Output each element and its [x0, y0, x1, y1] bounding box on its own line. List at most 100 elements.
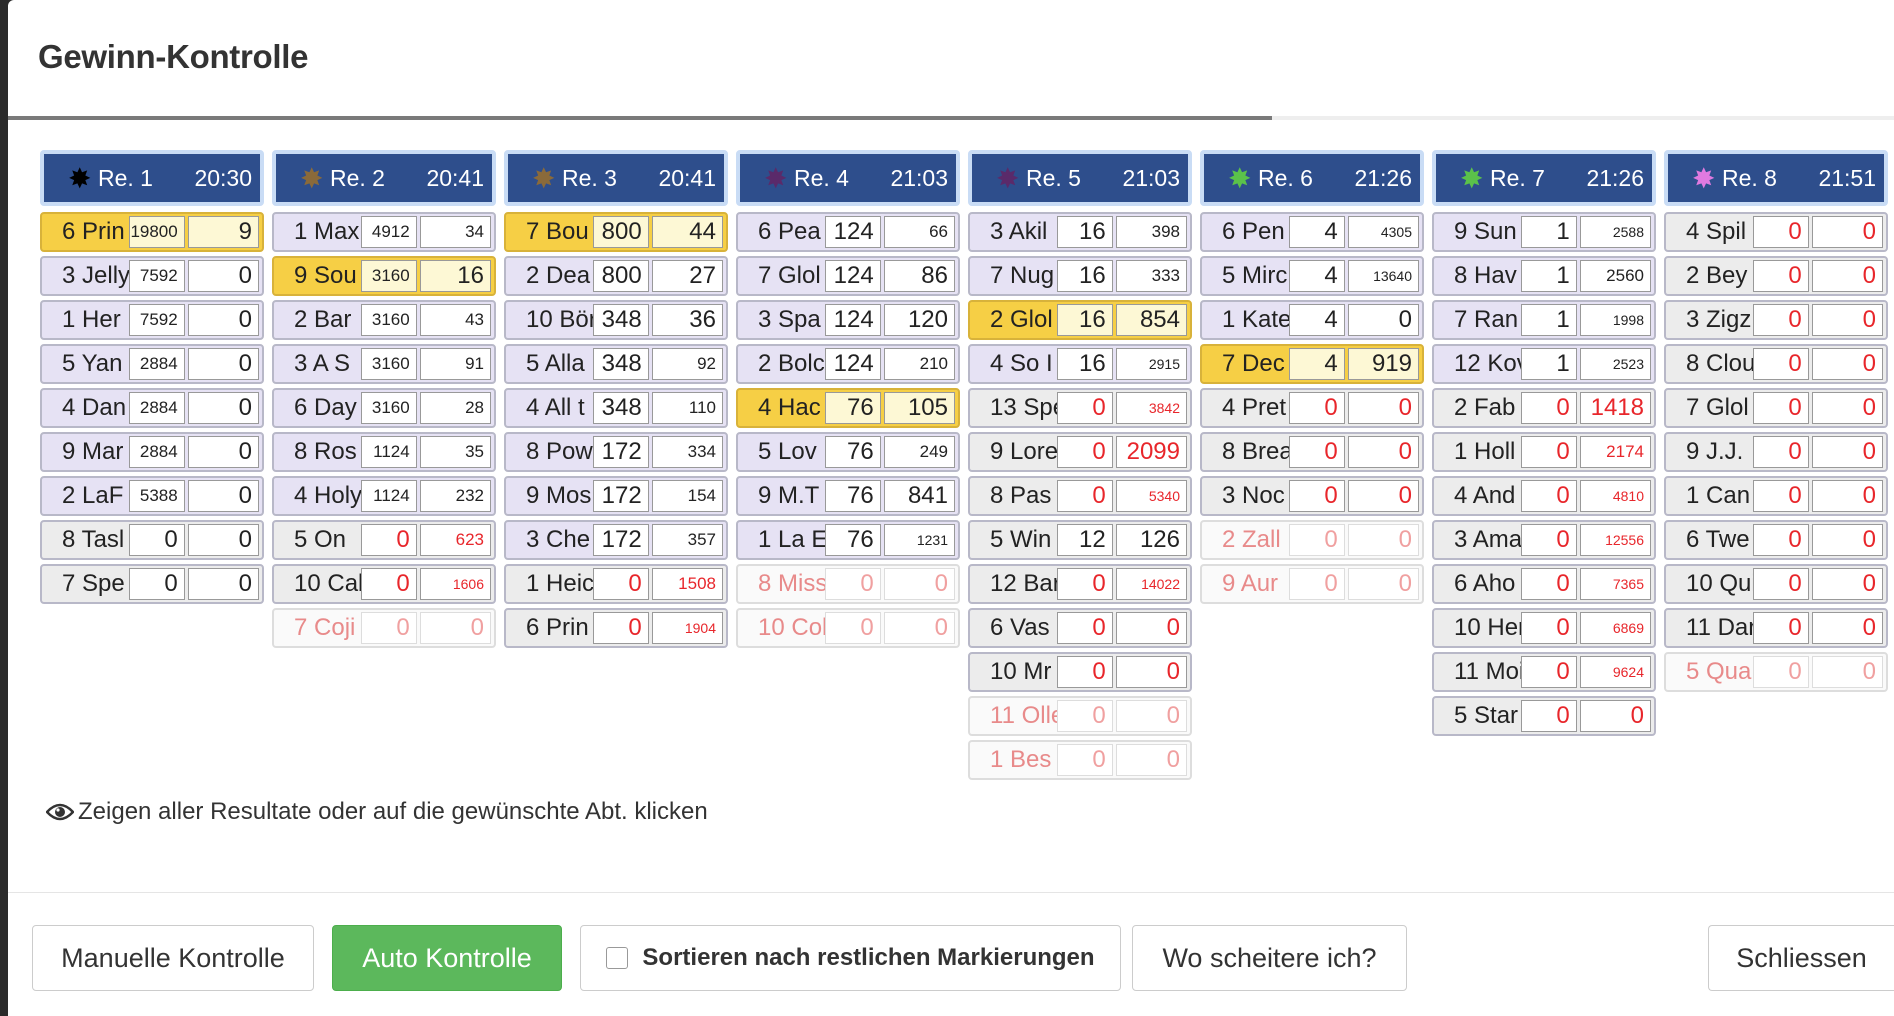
horse-row[interactable]: 7 Glol 0 0 — [1664, 388, 1888, 428]
horse-row[interactable]: 7 Coji 0 0 — [272, 608, 496, 648]
horse-row[interactable]: 3 Spa 124 120 — [736, 300, 960, 340]
horse-row[interactable]: 7 Spe 0 0 — [40, 564, 264, 604]
horse-row[interactable]: 4 Pret 0 0 — [1200, 388, 1424, 428]
horse-row[interactable]: 5 Star 0 0 — [1432, 696, 1656, 736]
race-header[interactable]: ✸ Re. 4 21:03 — [736, 150, 960, 206]
horse-row[interactable]: 2 Dea 800 27 — [504, 256, 728, 296]
horse-row[interactable]: 1 Kate 4 0 — [1200, 300, 1424, 340]
horse-row[interactable]: 13 Spe03842 — [968, 388, 1192, 428]
horse-row[interactable]: 6 Vas 0 0 — [968, 608, 1192, 648]
horse-row[interactable]: 10 Bör 348 36 — [504, 300, 728, 340]
horse-row[interactable]: 4 Hac 76 105 — [736, 388, 960, 428]
horse-row[interactable]: 6 Prin 0 1904 — [504, 608, 728, 648]
horse-row[interactable]: 1 Heic 0 1508 — [504, 564, 728, 604]
horse-row[interactable]: 3 Jelly 7592 0 — [40, 256, 264, 296]
horse-row[interactable]: 9 J.J. 0 0 — [1664, 432, 1888, 472]
horse-row[interactable]: 8 Ros 1124 35 — [272, 432, 496, 472]
horse-row[interactable]: 1 Bes 0 0 — [968, 740, 1192, 780]
manual-check-button[interactable]: Manuelle Kontrolle — [32, 925, 314, 991]
sort-checkbox[interactable] — [606, 947, 629, 969]
horse-row[interactable]: 8 Clou 0 0 — [1664, 344, 1888, 384]
horse-row[interactable]: 12 Kov 1 2523 — [1432, 344, 1656, 384]
horse-row[interactable]: 11 Moi 0 9624 — [1432, 652, 1656, 692]
horse-row[interactable]: 12 Bar 0 14022 — [968, 564, 1192, 604]
horse-row[interactable]: 2 Glol 16 854 — [968, 300, 1192, 340]
horse-row[interactable]: 1 Can 0 0 — [1664, 476, 1888, 516]
sort-checkbox-control[interactable]: Sortieren nach restlichen Markierungen — [580, 925, 1121, 991]
horse-row[interactable]: 6 Day 3160 28 — [272, 388, 496, 428]
horse-row[interactable]: 6 Twe 0 0 — [1664, 520, 1888, 560]
horse-row[interactable]: 4 And 0 4810 — [1432, 476, 1656, 516]
horse-row[interactable]: 3 A S 3160 91 — [272, 344, 496, 384]
horse-row[interactable]: 1 Holl 0 2174 — [1432, 432, 1656, 472]
close-button[interactable]: Schliessen — [1708, 925, 1894, 991]
horse-row[interactable]: 1 Her 7592 0 — [40, 300, 264, 340]
horse-row[interactable]: 5 Qua 0 0 — [1664, 652, 1888, 692]
horse-row[interactable]: 10 Cok00 — [736, 608, 960, 648]
horse-row[interactable]: 6 Pea 124 66 — [736, 212, 960, 252]
horse-row[interactable]: 2 LaF 5388 0 — [40, 476, 264, 516]
horse-row[interactable]: 8 Brea 0 0 — [1200, 432, 1424, 472]
horse-row[interactable]: 4 Dan 2884 0 — [40, 388, 264, 428]
race-header[interactable]: ✸ Re. 3 20:41 — [504, 150, 728, 206]
horse-row[interactable]: 3 Zigz 0 0 — [1664, 300, 1888, 340]
horse-row[interactable]: 2 Bar 3160 43 — [272, 300, 496, 340]
horse-row[interactable]: 9 M.T 76 841 — [736, 476, 960, 516]
where-do-i-fail-button[interactable]: Wo scheitere ich? — [1132, 925, 1407, 991]
horse-row[interactable]: 5 Alla 348 92 — [504, 344, 728, 384]
horse-row[interactable]: 9 Sou 3160 16 — [272, 256, 496, 296]
horse-row[interactable]: 2 Zall 0 0 — [1200, 520, 1424, 560]
horse-row[interactable]: 9 Mos 172 154 — [504, 476, 728, 516]
horse-row[interactable]: 10 Cab01606 — [272, 564, 496, 604]
horse-row[interactable]: 1 La E 76 1231 — [736, 520, 960, 560]
horse-row[interactable]: 8 Hav 1 2560 — [1432, 256, 1656, 296]
horse-row[interactable]: 9 Sun 1 2588 — [1432, 212, 1656, 252]
horse-row[interactable]: 10 Mr I00 — [968, 652, 1192, 692]
horse-row[interactable]: 3 Akil 16 398 — [968, 212, 1192, 252]
horse-row[interactable]: 7 Dec 4 919 — [1200, 344, 1424, 384]
horse-row[interactable]: 5 Mirc 4 13640 — [1200, 256, 1424, 296]
horse-row[interactable]: 4 All t 348 110 — [504, 388, 728, 428]
race-header[interactable]: ✸ Re. 2 20:41 — [272, 150, 496, 206]
horse-row[interactable]: 8 Pow 172 334 — [504, 432, 728, 472]
horse-row[interactable]: 9 Mar 2884 0 — [40, 432, 264, 472]
show-all-results-hint[interactable]: Zeigen aller Resultate oder auf die gewü… — [46, 798, 708, 826]
horse-row[interactable]: 4 Spil 0 0 — [1664, 212, 1888, 252]
horse-row[interactable]: 9 Aur 0 0 — [1200, 564, 1424, 604]
horse-row[interactable]: 3 Che 172 357 — [504, 520, 728, 560]
auto-check-button[interactable]: Auto Kontrolle — [332, 925, 562, 991]
race-header[interactable]: ✸ Re. 1 20:30 — [40, 150, 264, 206]
horse-row[interactable]: 2 Bolc 124 210 — [736, 344, 960, 384]
horse-row[interactable]: 5 Yan 2884 0 — [40, 344, 264, 384]
horse-row[interactable]: 5 On 0 623 — [272, 520, 496, 560]
race-header[interactable]: ✸ Re. 6 21:26 — [1200, 150, 1424, 206]
horse-row[interactable]: 8 Pas 0 5340 — [968, 476, 1192, 516]
horse-row[interactable]: 2 Bey 0 0 — [1664, 256, 1888, 296]
horse-row[interactable]: 10 Her 0 6869 — [1432, 608, 1656, 648]
horse-row[interactable]: 1 Max 4912 34 — [272, 212, 496, 252]
horse-row[interactable]: 3 Ama 0 12556 — [1432, 520, 1656, 560]
race-header[interactable]: ✸ Re. 8 21:51 — [1664, 150, 1888, 206]
horse-row[interactable]: 9 Lore 0 2099 — [968, 432, 1192, 472]
horse-row[interactable]: 5 Lov 76 249 — [736, 432, 960, 472]
horse-row[interactable]: 7 Ran 1 1998 — [1432, 300, 1656, 340]
horse-row[interactable]: 6 Prin 19800 9 — [40, 212, 264, 252]
horse-row[interactable]: 2 Fab 0 1418 — [1432, 388, 1656, 428]
horse-row[interactable]: 7 Nug 16 333 — [968, 256, 1192, 296]
horse-row[interactable]: 6 Aho 0 7365 — [1432, 564, 1656, 604]
horse-row[interactable]: 7 Glol 124 86 — [736, 256, 960, 296]
race-header[interactable]: ✸ Re. 5 21:03 — [968, 150, 1192, 206]
horse-row[interactable]: 3 Noc 0 0 — [1200, 476, 1424, 516]
horse-row[interactable]: 11 Dan00 — [1664, 608, 1888, 648]
horse-row[interactable]: 11 Olle 0 0 — [968, 696, 1192, 736]
horse-row[interactable]: 8 Tasl 0 0 — [40, 520, 264, 560]
horse-row[interactable]: 8 Miss 0 0 — [736, 564, 960, 604]
horse-row[interactable]: 5 Win 12 126 — [968, 520, 1192, 560]
horse-marks-value: 0 — [1521, 700, 1577, 732]
race-header[interactable]: ✸ Re. 7 21:26 — [1432, 150, 1656, 206]
horse-row[interactable]: 6 Pen 4 4305 — [1200, 212, 1424, 252]
horse-row[interactable]: 10 Quic00 — [1664, 564, 1888, 604]
horse-row[interactable]: 4 Holy 1124 232 — [272, 476, 496, 516]
horse-row[interactable]: 7 Bou 800 44 — [504, 212, 728, 252]
horse-row[interactable]: 4 So I 16 2915 — [968, 344, 1192, 384]
